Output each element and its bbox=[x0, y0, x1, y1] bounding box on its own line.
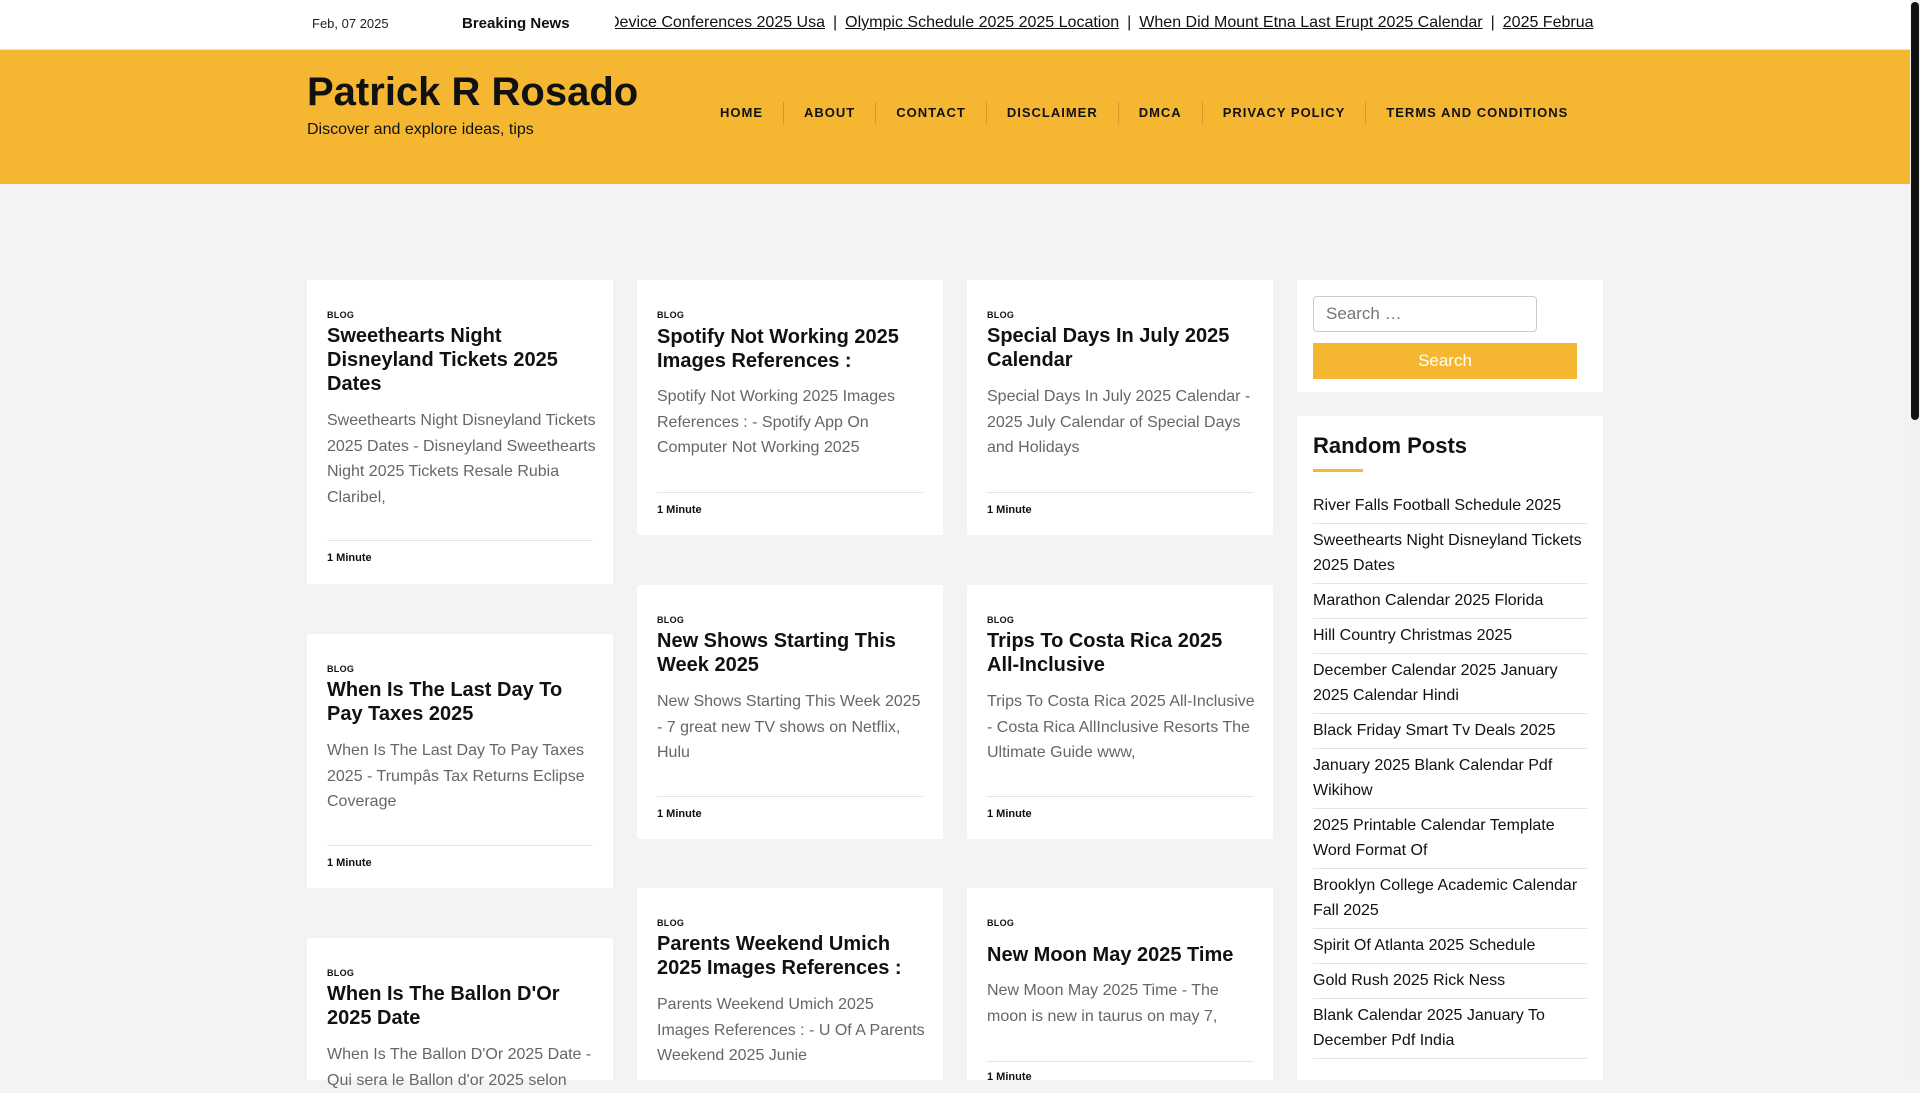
post-excerpt: Special Days In July 2025 Calendar - 202… bbox=[987, 388, 1251, 456]
random-posts-widget: Random Posts River Falls Football Schedu… bbox=[1297, 416, 1603, 1080]
nav-terms-and-conditions[interactable]: TERMS AND CONDITIONS bbox=[1366, 102, 1588, 124]
read-time: 1 Minute bbox=[987, 504, 1032, 516]
ticker-link[interactable]: When Did Mount Etna Last Erupt 2025 Cale… bbox=[1139, 14, 1482, 31]
post-title[interactable]: Parents Weekend Umich 2025 Images Refere… bbox=[657, 932, 927, 980]
top-bar: Feb, 07 2025 Breaking News Device Confer… bbox=[0, 0, 1910, 50]
site-title[interactable]: Patrick R Rosado bbox=[307, 70, 638, 115]
post-title[interactable]: Spotify Not Working 2025 Images Referenc… bbox=[657, 325, 927, 373]
card-divider bbox=[987, 1061, 1253, 1062]
post-title[interactable]: Special Days In July 2025 Calendar bbox=[987, 324, 1257, 372]
post-title[interactable]: When Is The Last Day To Pay Taxes 2025 bbox=[327, 678, 597, 726]
random-post-link[interactable]: Hill Country Christmas 2025 bbox=[1313, 619, 1587, 654]
card-divider bbox=[327, 540, 593, 541]
breaking-news-label: Breaking News bbox=[462, 15, 570, 32]
post-excerpt: Sweethearts Night Disneyland Tickets 202… bbox=[327, 412, 596, 506]
card-divider bbox=[657, 796, 923, 797]
post-card: BLOG Parents Weekend Umich 2025 Images R… bbox=[637, 888, 943, 1080]
card-divider bbox=[657, 492, 923, 493]
post-card: BLOG Sweethearts Night Disneyland Ticket… bbox=[307, 280, 613, 584]
ticker-link[interactable]: Device Conferences 2025 Usa bbox=[615, 14, 825, 31]
post-category[interactable]: BLOG bbox=[327, 968, 354, 978]
ticker-separator: | bbox=[1490, 14, 1495, 31]
read-time: 1 Minute bbox=[987, 808, 1032, 820]
post-category[interactable]: BLOG bbox=[987, 615, 1014, 625]
post-excerpt: Trips To Costa Rica 2025 All-Inclusive -… bbox=[987, 693, 1255, 761]
post-excerpt: When Is The Ballon D'Or 2025 Date - Qui … bbox=[327, 1046, 592, 1089]
post-category[interactable]: BLOG bbox=[657, 310, 684, 320]
ticker-link[interactable]: Olympic Schedule 2025 2025 Location bbox=[845, 14, 1119, 31]
post-card: BLOG Spotify Not Working 2025 Images Ref… bbox=[637, 280, 943, 535]
random-post-link[interactable]: December Calendar 2025 January 2025 Cale… bbox=[1313, 654, 1587, 714]
post-card: BLOG When Is The Last Day To Pay Taxes 2… bbox=[307, 634, 613, 888]
page-scrollbar[interactable] bbox=[1910, 0, 1920, 1080]
nav-contact[interactable]: CONTACT bbox=[876, 102, 987, 124]
post-title[interactable]: New Shows Starting This Week 2025 bbox=[657, 629, 927, 677]
nav-privacy-policy[interactable]: PRIVACY POLICY bbox=[1203, 102, 1367, 124]
post-excerpt: Parents Weekend Umich 2025 Images Refere… bbox=[657, 996, 925, 1064]
read-time: 1 Minute bbox=[327, 857, 372, 869]
post-category[interactable]: BLOG bbox=[657, 918, 684, 928]
post-category[interactable]: BLOG bbox=[657, 615, 684, 625]
random-post-link[interactable]: January 2025 Blank Calendar Pdf Wikihow bbox=[1313, 749, 1587, 809]
random-post-link[interactable]: River Falls Football Schedule 2025 bbox=[1313, 489, 1587, 524]
post-excerpt: New Moon May 2025 Time - The moon is new… bbox=[987, 982, 1219, 1025]
random-post-link[interactable]: Blank Calendar 2025 January To December … bbox=[1313, 999, 1587, 1059]
random-post-link[interactable]: Brooklyn College Academic Calendar Fall … bbox=[1313, 869, 1587, 929]
card-divider bbox=[327, 845, 593, 846]
post-card: BLOG Trips To Costa Rica 2025 All-Inclus… bbox=[967, 585, 1273, 839]
news-ticker: Device Conferences 2025 Usa | Olympic Sche… bbox=[615, 14, 1605, 36]
read-time: 1 Minute bbox=[657, 808, 702, 820]
card-divider bbox=[987, 796, 1253, 797]
post-category[interactable]: BLOG bbox=[987, 310, 1014, 320]
random-post-link[interactable]: Black Friday Smart Tv Deals 2025 bbox=[1313, 714, 1587, 749]
card-divider bbox=[987, 492, 1253, 493]
ticker-link[interactable]: 2025 Februa bbox=[1503, 14, 1594, 31]
search-widget: Search bbox=[1297, 280, 1603, 392]
random-post-link[interactable]: Spirit Of Atlanta 2025 Schedule bbox=[1313, 929, 1587, 964]
main-nav: HOME ABOUT CONTACT DISCLAIMER DMCA PRIVA… bbox=[700, 102, 1588, 124]
current-date: Feb, 07 2025 bbox=[312, 16, 389, 31]
post-card: BLOG New Moon May 2025 Time New Moon May… bbox=[967, 888, 1273, 1083]
random-post-link[interactable]: 2025 Printable Calendar Template Word Fo… bbox=[1313, 809, 1587, 869]
site-tagline: Discover and explore ideas, tips bbox=[307, 121, 534, 138]
nav-about[interactable]: ABOUT bbox=[784, 102, 877, 124]
post-card: BLOG New Shows Starting This Week 2025 N… bbox=[637, 585, 943, 839]
random-posts-list: River Falls Football Schedule 2025 Sweet… bbox=[1313, 489, 1587, 1059]
nav-disclaimer[interactable]: DISCLAIMER bbox=[987, 102, 1119, 124]
post-excerpt: Spotify Not Working 2025 Images Referenc… bbox=[657, 388, 896, 456]
search-input[interactable] bbox=[1313, 296, 1537, 332]
read-time: 1 Minute bbox=[657, 504, 702, 516]
post-card: BLOG When Is The Ballon D'Or 2025 Date W… bbox=[307, 938, 613, 1089]
post-card: BLOG Special Days In July 2025 Calendar … bbox=[967, 280, 1273, 535]
post-title[interactable]: When Is The Ballon D'Or 2025 Date bbox=[327, 982, 597, 1030]
post-excerpt: New Shows Starting This Week 2025 - 7 gr… bbox=[657, 693, 921, 761]
title-underline bbox=[1313, 469, 1363, 472]
ticker-track: Device Conferences 2025 Usa | Olympic Sche… bbox=[615, 14, 1594, 32]
post-excerpt: When Is The Last Day To Pay Taxes 2025 -… bbox=[327, 742, 585, 810]
ticker-separator: | bbox=[833, 14, 838, 31]
random-post-link[interactable]: Gold Rush 2025 Rick Ness bbox=[1313, 964, 1587, 999]
read-time: 1 Minute bbox=[327, 552, 372, 564]
nav-dmca[interactable]: DMCA bbox=[1119, 102, 1203, 124]
nav-home[interactable]: HOME bbox=[700, 102, 784, 124]
random-posts-title: Random Posts bbox=[1313, 433, 1468, 458]
post-title[interactable]: New Moon May 2025 Time bbox=[987, 943, 1257, 967]
post-category[interactable]: BLOG bbox=[987, 918, 1014, 928]
search-button[interactable]: Search bbox=[1313, 343, 1577, 379]
post-title[interactable]: Sweethearts Night Disneyland Tickets 202… bbox=[327, 324, 597, 396]
read-time: 1 Minute bbox=[987, 1071, 1032, 1083]
site-header: Patrick R Rosado Discover and explore id… bbox=[0, 50, 1910, 184]
post-title[interactable]: Trips To Costa Rica 2025 All-Inclusive bbox=[987, 629, 1257, 677]
scrollbar-thumb[interactable] bbox=[1911, 2, 1919, 420]
random-post-link[interactable]: Marathon Calendar 2025 Florida bbox=[1313, 584, 1587, 619]
post-category[interactable]: BLOG bbox=[327, 310, 354, 320]
ticker-separator: | bbox=[1127, 14, 1132, 31]
post-category[interactable]: BLOG bbox=[327, 664, 354, 674]
random-post-link[interactable]: Sweethearts Night Disneyland Tickets 202… bbox=[1313, 524, 1587, 584]
